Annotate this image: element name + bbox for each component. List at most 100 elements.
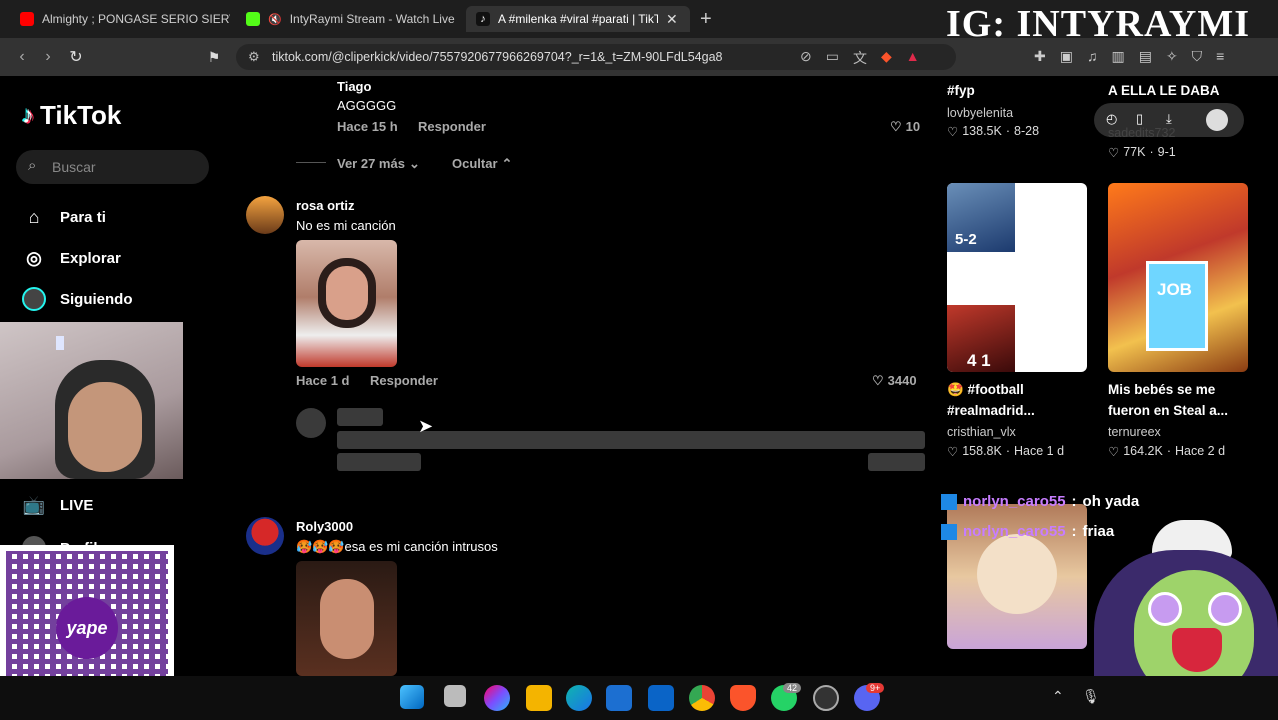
cast-icon[interactable]: ▭ <box>826 48 839 68</box>
video-title[interactable]: Mis bebés se me fueron en Steal a... <box>1108 379 1228 421</box>
site-settings-icon[interactable]: ⚙ <box>248 49 260 65</box>
search-icon: ⌕ <box>28 157 37 174</box>
vpn-icon[interactable]: ⛉ <box>1192 48 1203 65</box>
bookmark-icon[interactable]: ⚑ <box>204 47 224 67</box>
skeleton-line <box>337 453 421 471</box>
outlook-icon[interactable] <box>648 685 674 711</box>
brave-icon[interactable] <box>730 685 756 711</box>
wallet-icon[interactable]: ▤ <box>1139 48 1152 65</box>
thumb-panel: 4 1 <box>947 305 1015 372</box>
steam-icon[interactable] <box>813 685 839 711</box>
comment-image[interactable] <box>296 561 397 676</box>
brave-rewards-icon[interactable]: ▲ <box>906 48 920 68</box>
reply-button[interactable]: Responder <box>418 119 486 134</box>
video-author[interactable]: ternureex <box>1108 425 1161 439</box>
score-text: 4 1 <box>967 351 991 370</box>
store-icon[interactable] <box>606 685 632 711</box>
avatar[interactable] <box>246 517 284 555</box>
tab-label: A #milenka #viral #parati | TikTok <box>498 12 658 26</box>
video-title[interactable]: #fyp <box>947 80 975 101</box>
favorites-icon[interactable]: ✧ <box>1166 48 1178 65</box>
task-view-icon[interactable] <box>444 685 466 707</box>
tab-youtube[interactable]: Almighty ; PONGASE SERIO SIERVO <box>10 6 230 32</box>
video-thumbnail[interactable]: 5-2 4 1 <box>947 183 1087 372</box>
windows-start-icon[interactable] <box>400 685 424 709</box>
sidebar-icon[interactable]: ▥ <box>1111 48 1124 65</box>
view-more-replies[interactable]: Ver 27 más ⌄ <box>337 156 420 172</box>
like-button[interactable]: ♡ 3440 <box>872 373 917 389</box>
close-tab-icon[interactable]: ✕ <box>666 11 678 28</box>
menu-icon[interactable]: ≡ <box>1216 48 1224 65</box>
extensions-icon[interactable]: ✚ <box>1034 48 1046 65</box>
new-tab-button[interactable]: + <box>700 8 712 31</box>
tracking-off-icon[interactable]: ⊘ <box>800 48 812 68</box>
comment-image[interactable] <box>296 240 397 367</box>
tiktok-note-icon: ♪ <box>22 101 34 129</box>
video-stats: ♡ 158.8K · Hace 1 d <box>947 444 1064 459</box>
microphone-icon[interactable]: 🎙 <box>1082 688 1100 705</box>
phone-icon[interactable]: ▯ <box>1136 111 1143 127</box>
translate-icon[interactable]: 文 <box>853 48 867 68</box>
discord-badge: 9+ <box>866 683 885 693</box>
search-input[interactable]: ⌕ Buscar <box>16 150 209 184</box>
nav-live[interactable]: 📺 LIVE <box>22 493 94 517</box>
nav-explorar[interactable]: ◎ Explorar <box>22 246 121 270</box>
heart-icon: ♡ <box>947 125 959 139</box>
user-avatar-icon[interactable] <box>1206 109 1228 131</box>
download-icon[interactable]: ⤓ <box>1166 111 1172 127</box>
like-count: 158.8K <box>962 444 1002 458</box>
live-tv-icon: 📺 <box>22 494 46 515</box>
skeleton-line <box>868 453 925 471</box>
url-text: tiktok.com/@cliperkick/video/75579206779… <box>272 50 723 64</box>
reload-icon[interactable]: ↻ <box>66 47 86 67</box>
chat-sep: : <box>1071 523 1077 540</box>
autoplay-icon[interactable]: ◴ <box>1106 111 1117 127</box>
edge-icon[interactable] <box>566 685 592 711</box>
heart-icon: ♡ <box>1108 146 1120 160</box>
video-thumbnail[interactable]: JOB <box>1108 183 1248 372</box>
comment-username[interactable]: rosa ortiz <box>296 198 355 213</box>
nav-para-ti[interactable]: ⌂ Para ti <box>22 205 106 229</box>
yape-logo: yape <box>56 597 118 659</box>
media-icon[interactable]: ♫ <box>1087 48 1098 65</box>
nav-label: LIVE <box>60 496 94 514</box>
video-date: 8-28 <box>1014 124 1040 138</box>
video-title[interactable]: A ELLA LE DABA <box>1108 80 1220 101</box>
skeleton-avatar <box>296 408 326 438</box>
hide-replies[interactable]: Ocultar ⌃ <box>452 156 512 172</box>
like-count: 164.2K <box>1123 444 1163 458</box>
avatar[interactable] <box>246 196 284 234</box>
following-avatar-icon <box>22 287 46 311</box>
video-author[interactable]: lovbyelenita <box>947 106 1013 120</box>
tab-tiktok[interactable]: ♪ A #milenka #viral #parati | TikTok ✕ <box>466 6 690 32</box>
nav-siguiendo[interactable]: Siguiendo <box>22 287 133 311</box>
score-text: 5-2 <box>955 231 977 248</box>
heart-icon: ♡ <box>890 119 902 134</box>
comment-username[interactable]: Tiago <box>337 79 371 94</box>
chrome-icon[interactable] <box>689 685 715 711</box>
tab-kick[interactable]: 🔇 IntyRaymi Stream - Watch Live on <box>236 6 458 32</box>
video-author[interactable]: cristhian_vlx <box>947 425 1016 439</box>
title-line: Mis bebés se me <box>1108 382 1216 397</box>
back-icon[interactable]: ‹ <box>12 47 32 67</box>
forward-icon[interactable]: › <box>38 47 58 67</box>
kick-badge-icon <box>941 523 957 540</box>
brave-shields-icon[interactable]: ◆ <box>881 48 892 68</box>
chevron-up-icon: ⌃ <box>501 156 513 171</box>
tray-chevron-icon[interactable]: ⌃ <box>1052 688 1064 705</box>
separator: · <box>1005 124 1011 138</box>
search-placeholder: Buscar <box>52 159 96 175</box>
reply-button[interactable]: Responder <box>370 373 438 388</box>
mascot-eye <box>1208 592 1242 626</box>
tiktok-logo[interactable]: ♪ TikTok <box>22 100 121 131</box>
screenshot-icon[interactable]: ▣ <box>1060 48 1073 65</box>
comment-username[interactable]: Roly3000 <box>296 519 353 534</box>
muted-audio-icon[interactable]: 🔇 <box>268 13 282 26</box>
like-button[interactable]: ♡ 10 <box>890 119 920 135</box>
title-line: #realmadrid... <box>947 403 1035 418</box>
video-title[interactable]: 🤩 #football #realmadrid... <box>947 379 1035 421</box>
home-icon: ⌂ <box>28 206 40 227</box>
chat-user: norlyn_caro55 <box>963 493 1066 510</box>
file-explorer-icon[interactable] <box>526 685 552 711</box>
copilot-icon[interactable] <box>484 685 510 711</box>
